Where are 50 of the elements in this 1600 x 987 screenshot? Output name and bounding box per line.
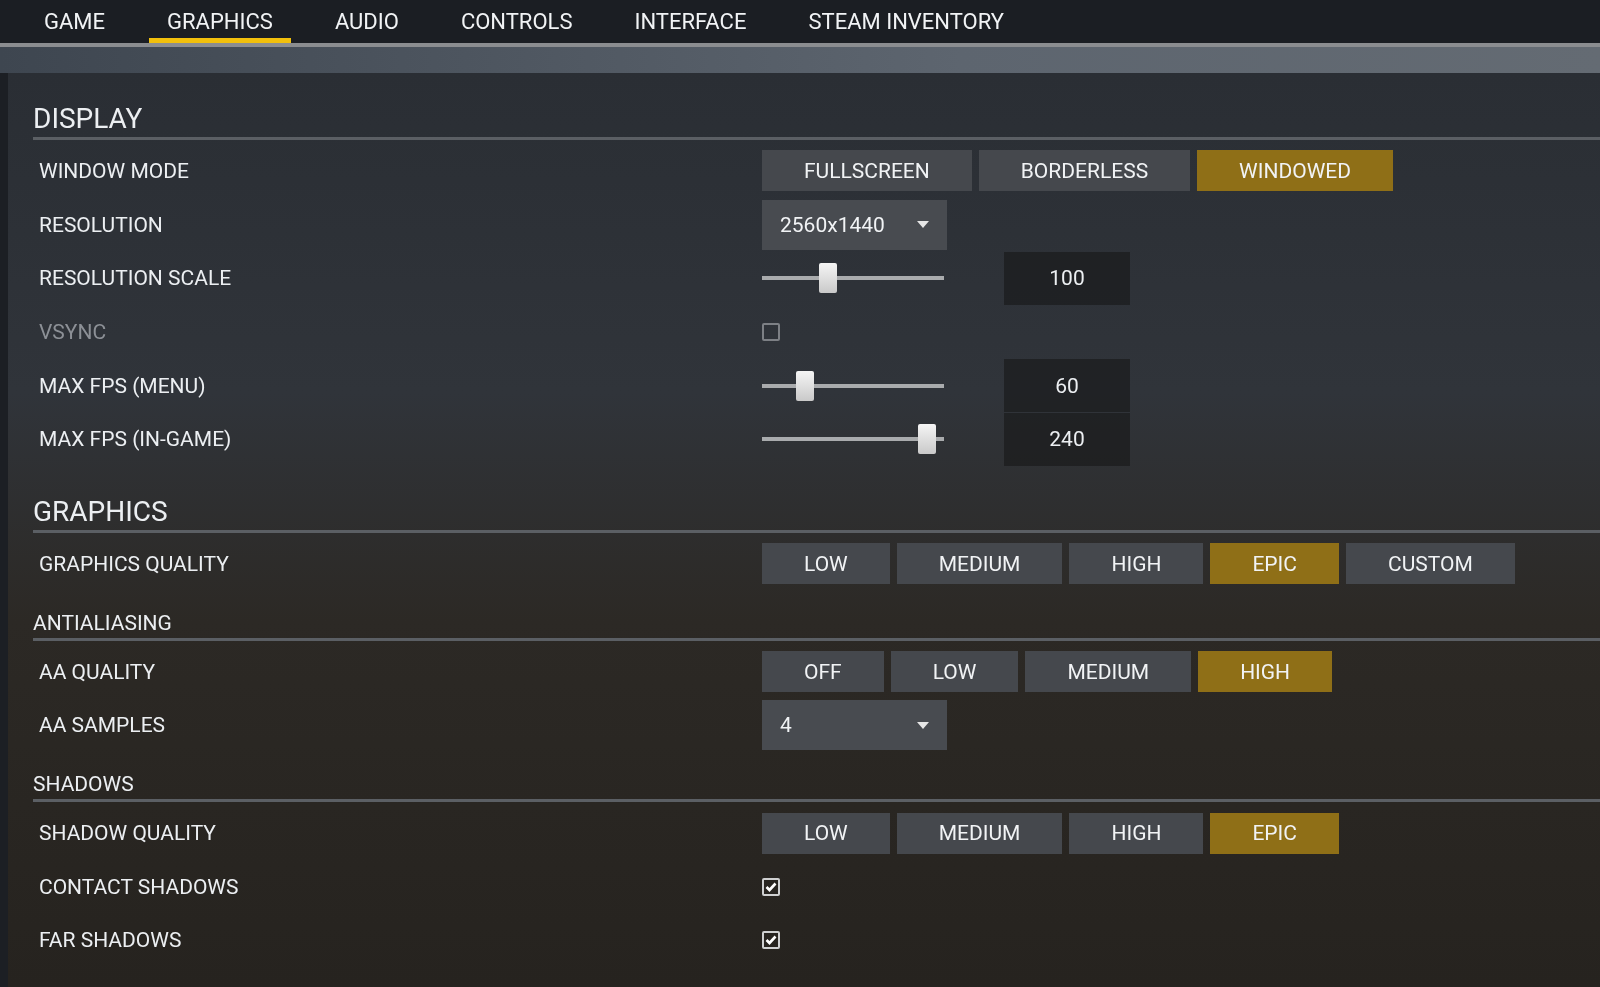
setting-label: AA QUALITY	[38, 659, 157, 684]
tab[interactable]: CONTROLS	[442, 0, 591, 43]
setting-label: RESOLUTION	[38, 212, 164, 237]
option-button[interactable]: OFF	[762, 651, 884, 693]
setting-label: MAX FPS (IN-GAME)	[38, 427, 233, 452]
slider-thumb[interactable]	[796, 370, 815, 401]
setting-label: GRAPHICS QUALITY	[38, 551, 230, 576]
setting-label: SHADOW QUALITY	[38, 821, 217, 846]
option-button[interactable]: LOW	[762, 812, 890, 854]
option-button[interactable]: EPIC	[1210, 543, 1339, 585]
tab[interactable]: AUDIO	[316, 0, 417, 43]
setting-label: MAX FPS (MENU)	[38, 373, 207, 398]
option-button[interactable]: HIGH	[1069, 812, 1204, 854]
option-button[interactable]: BORDERLESS	[978, 150, 1191, 192]
setting-label: FAR SHADOWS	[38, 928, 183, 953]
option-button[interactable]: LOW	[890, 651, 1019, 693]
option-button[interactable]: FULLSCREEN	[762, 150, 972, 192]
setting-label: CONTACT SHADOWS	[38, 874, 240, 899]
value-field: 240	[1004, 412, 1130, 466]
dropdown[interactable]: 4	[762, 700, 947, 751]
option-button[interactable]: WINDOWED	[1197, 150, 1393, 192]
slider[interactable]	[762, 263, 944, 294]
option-button[interactable]: CUSTOM	[1346, 543, 1515, 585]
section-heading: SHADOWS	[33, 772, 134, 799]
tab[interactable]: STEAM INVENTORY	[790, 0, 1022, 43]
slider[interactable]	[762, 370, 944, 401]
tab[interactable]: GAME	[26, 0, 124, 43]
section-heading: DISPLAY	[33, 102, 143, 137]
option-button[interactable]: MEDIUM	[1025, 651, 1192, 693]
slider-thumb[interactable]	[819, 263, 838, 294]
setting-label: WINDOW MODE	[38, 158, 190, 183]
value-field: 60	[1004, 359, 1130, 413]
setting-label: RESOLUTION SCALE	[38, 266, 233, 291]
value-field: 100	[1004, 251, 1130, 305]
option-button[interactable]: MEDIUM	[896, 543, 1063, 585]
option-button[interactable]: LOW	[762, 543, 890, 585]
caret-icon	[917, 221, 929, 229]
option-button[interactable]: HIGH	[1069, 543, 1204, 585]
section-heading: GRAPHICS	[33, 495, 168, 531]
option-button[interactable]: EPIC	[1210, 812, 1339, 854]
slider[interactable]	[762, 424, 944, 455]
caret-icon	[917, 721, 929, 729]
option-button[interactable]: HIGH	[1198, 651, 1333, 693]
section-heading: ANTIALIASING	[33, 610, 172, 637]
option-button[interactable]: MEDIUM	[896, 812, 1063, 854]
setting-label: VSYNC	[38, 319, 108, 344]
setting-label: AA SAMPLES	[38, 713, 167, 738]
dropdown[interactable]: 2560x1440	[762, 199, 947, 250]
tab[interactable]: INTERFACE	[616, 0, 765, 43]
slider-thumb[interactable]	[917, 424, 936, 455]
